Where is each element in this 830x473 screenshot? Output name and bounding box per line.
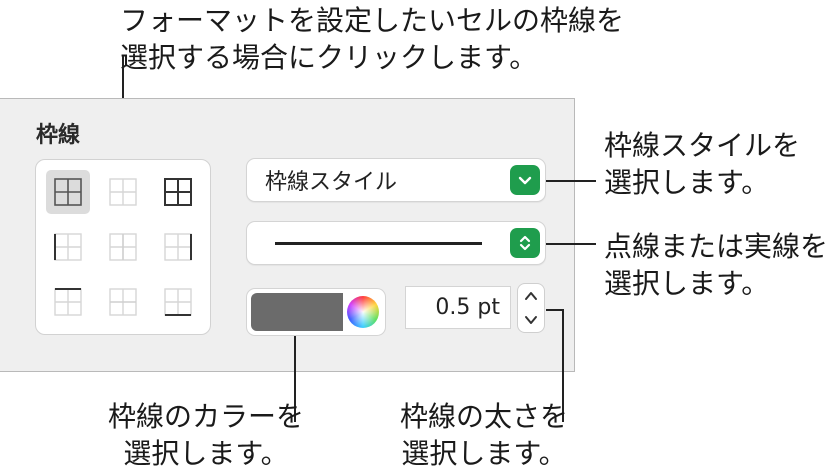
right-border-button[interactable] [156, 225, 200, 269]
stepper-up-button[interactable] [518, 284, 544, 308]
vertical-inside-border-icon [109, 233, 137, 261]
color-wheel-icon[interactable] [347, 296, 379, 328]
callout-line-1: 枠線の太さを [400, 400, 569, 433]
top-border-button[interactable] [46, 280, 90, 324]
leader-line-dash [546, 243, 596, 245]
callout-line-1: 枠線のカラーを [108, 400, 305, 433]
solid-line-sample [275, 242, 482, 245]
callout-line-2: 選択します。 [604, 267, 770, 300]
callout-line-1: フォーマットを設定したいセルの枠線を [120, 4, 625, 37]
all-borders-icon [54, 178, 82, 206]
inside-borders-icon [109, 178, 137, 206]
border-style-dropdown-button[interactable] [510, 165, 540, 195]
section-title: 枠線 [36, 123, 81, 148]
stroke-width-field[interactable]: 0.5 pt [405, 286, 511, 329]
border-style-label: 枠線スタイル [265, 170, 398, 195]
callout-line-1: 枠線スタイルを [604, 129, 801, 162]
all-borders-button[interactable] [46, 170, 90, 214]
border-color-well[interactable] [246, 288, 386, 336]
left-border-button[interactable] [46, 225, 90, 269]
inside-borders-button[interactable] [101, 170, 145, 214]
leader-line-style [546, 180, 596, 182]
chevron-up-icon [525, 292, 537, 300]
right-border-icon [164, 233, 192, 261]
line-type-popup[interactable] [246, 221, 546, 265]
callout-border-color: 枠線のカラーを 選択します。 [108, 398, 304, 472]
top-border-icon [54, 288, 82, 316]
vertical-inside-border-button[interactable] [101, 225, 145, 269]
chevron-down-icon [518, 176, 532, 185]
border-style-popup[interactable]: 枠線スタイル [246, 158, 546, 202]
outside-borders-button[interactable] [156, 170, 200, 214]
outside-borders-icon [164, 178, 192, 206]
callout-line-1: 点線または実線を [604, 230, 829, 263]
callout-line-type: 点線または実線を 選択します。 [604, 228, 828, 302]
callout-line-2: 選択します。 [604, 166, 770, 199]
color-swatch[interactable] [251, 293, 343, 331]
callout-border-style: 枠線スタイルを 選択します。 [604, 127, 800, 201]
bottom-border-button[interactable] [156, 280, 200, 324]
horizontal-inside-border-icon [109, 288, 137, 316]
stroke-width-stepper[interactable] [517, 283, 545, 333]
horizontal-inside-border-button[interactable] [101, 280, 145, 324]
callout-stroke-width: 枠線の太さを 選択します。 [400, 398, 568, 472]
callout-line-2: 選択します。 [123, 437, 289, 470]
chevron-down-icon [525, 316, 537, 324]
up-down-chevron-icon [519, 235, 531, 251]
left-border-icon [54, 233, 82, 261]
line-type-stepper-button[interactable] [510, 228, 540, 258]
callout-line-2: 選択する場合にクリックします。 [120, 41, 538, 74]
stepper-down-button[interactable] [518, 308, 544, 332]
callout-line-2: 選択します。 [401, 437, 567, 470]
border-selector [35, 159, 211, 335]
bottom-border-icon [164, 288, 192, 316]
callout-cell-borders: フォーマットを設定したいセルの枠線を 選択する場合にクリックします。 [120, 2, 624, 76]
